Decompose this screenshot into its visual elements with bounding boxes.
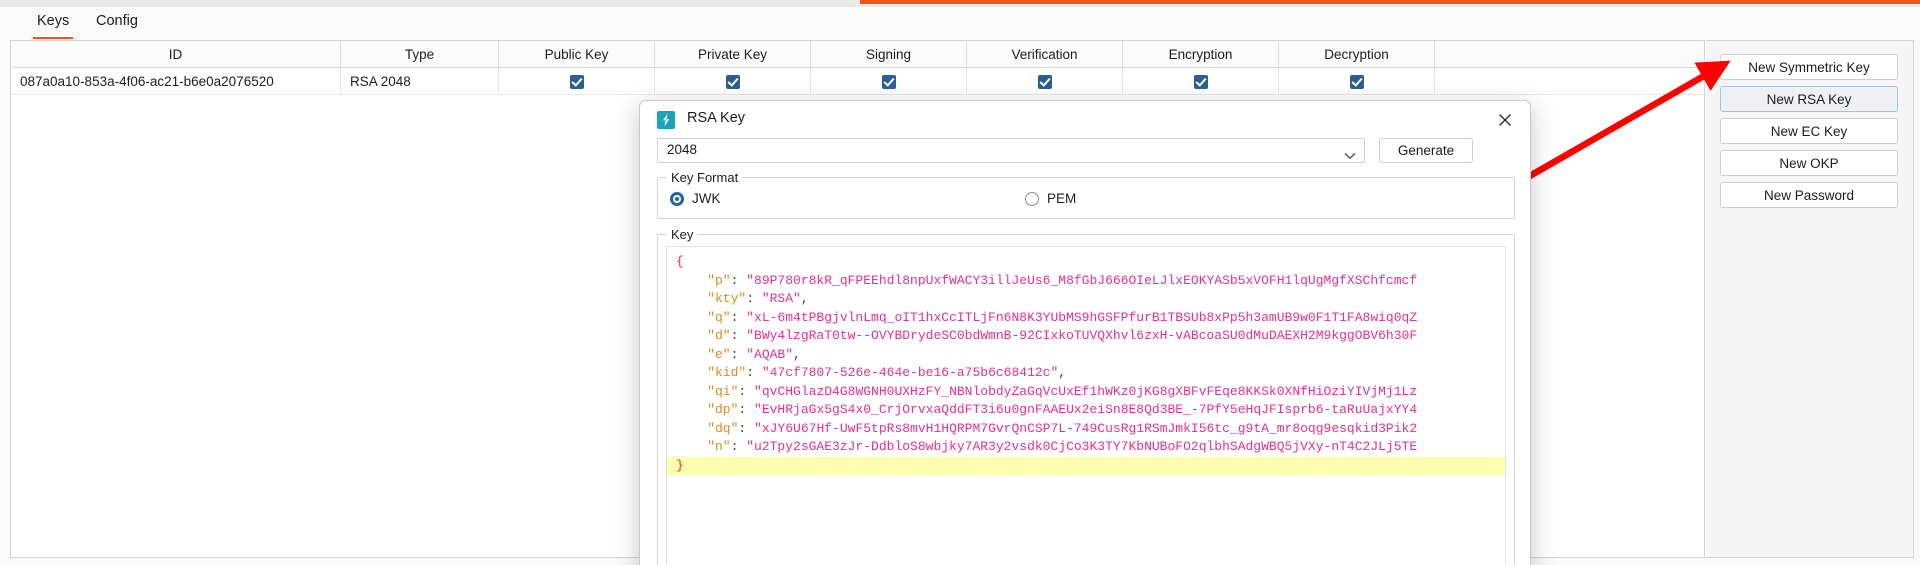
- column-header-verification[interactable]: Verification: [967, 41, 1123, 67]
- dialog-body: 2048 Generate Key Format JWK PEM Key {"…: [640, 138, 1530, 565]
- key-size-row: 2048 Generate: [657, 138, 1515, 163]
- tab-bar: Keys Config: [0, 7, 1920, 40]
- key-group: Key { "p": "89P780r8kR_qFPEEhdl8npUxfWAC…: [657, 227, 1515, 565]
- rsa-key-dialog: RSA Key 2048 Generate Key Format JWK PEM…: [639, 100, 1531, 565]
- row-separator: [11, 94, 1704, 95]
- new-password-button[interactable]: New Password: [1720, 182, 1898, 208]
- cell-encryption[interactable]: [1123, 68, 1279, 95]
- column-header-id[interactable]: ID: [11, 41, 341, 67]
- key-format-legend: Key Format: [667, 170, 743, 185]
- key-legend: Key: [667, 227, 698, 242]
- cell-signing[interactable]: [811, 68, 967, 95]
- code-line: "d": "BWy4lzgRaT0tw--OVYBDrydeSC0bdWmnB-…: [676, 328, 1418, 343]
- code-line: "dq": "xJY6U67Hf-UwF5tpRs8mvH1HQRPM7GvrQ…: [676, 420, 1418, 436]
- cell-private-key[interactable]: [655, 68, 811, 95]
- radio-pem-label: PEM: [1047, 191, 1077, 206]
- radio-jwk[interactable]: JWK: [670, 191, 721, 206]
- lightning-bolt-icon: [657, 111, 675, 129]
- checkbox-decryption-checked[interactable]: [1349, 74, 1364, 89]
- tab-config[interactable]: Config: [85, 11, 149, 38]
- accent-bar: [860, 0, 1920, 4]
- code-line: {: [676, 254, 684, 269]
- new-rsa-key-button[interactable]: New RSA Key: [1720, 86, 1898, 112]
- cell-verification[interactable]: [967, 68, 1123, 95]
- checkbox-private-key-checked[interactable]: [725, 74, 740, 89]
- radio-jwk-indicator[interactable]: [670, 191, 684, 206]
- dialog-title-bar: RSA Key: [640, 101, 1530, 138]
- table-row[interactable]: 087a0a10-853a-4f06-ac21-b6e0a2076520 RSA…: [11, 68, 1704, 95]
- code-line: "p": "89P780r8kR_qFPEEhdl8npUxfWACY3illJ…: [676, 272, 1418, 288]
- generate-button-label: Generate: [1397, 143, 1455, 158]
- new-symmetric-key-button[interactable]: New Symmetric Key: [1720, 54, 1898, 80]
- column-header-private-key[interactable]: Private Key: [655, 41, 811, 67]
- code-line: "q": "xL-6m4tPBgjvlnLmq_oIT1hxCcITLjFn6N…: [676, 309, 1418, 325]
- checkbox-verification-checked[interactable]: [1037, 74, 1052, 89]
- tab-keys[interactable]: Keys: [26, 11, 80, 39]
- column-header-signing[interactable]: Signing: [811, 41, 967, 67]
- new-password-label: New Password: [1763, 187, 1855, 203]
- tab-keys-label: Keys: [37, 13, 70, 29]
- column-header-public-key[interactable]: Public Key: [499, 41, 655, 67]
- key-json-editor[interactable]: { "p": "89P780r8kR_qFPEEhdl8npUxfWACY3il…: [666, 246, 1506, 565]
- cell-public-key[interactable]: [499, 68, 655, 95]
- radio-pem[interactable]: PEM: [1025, 191, 1076, 206]
- keys-table: ID Type Public Key Private Key Signing V…: [11, 41, 1704, 95]
- code-line: "kid": "47cf7807-526e-464e-be16-a75b6c68…: [676, 365, 1067, 380]
- new-symmetric-key-label: New Symmetric Key: [1748, 59, 1870, 75]
- code-line: "dp": "EvHRjaGx5gS4x0_CrjOrvxaQddFT3i6u0…: [676, 402, 1418, 417]
- key-size-value: 2048: [667, 142, 698, 157]
- new-okp-label: New OKP: [1779, 155, 1839, 171]
- checkbox-signing-checked[interactable]: [881, 74, 896, 89]
- window-top-strip: [0, 0, 1920, 7]
- new-rsa-key-label: New RSA Key: [1766, 91, 1852, 107]
- dialog-title: RSA Key: [687, 110, 746, 126]
- code-line: "qi": "qvCHGlazD4G8WGNH0UXHzFY_NBNlobdyZ…: [676, 383, 1418, 399]
- new-ec-key-label: New EC Key: [1770, 123, 1848, 139]
- code-line: "n": "u2Tpy2sGAE3zJr-DdbloS8wbjky7AR3y2v…: [676, 439, 1418, 454]
- cell-type: RSA 2048: [341, 68, 499, 95]
- key-json-code: { "p": "89P780r8kR_qFPEEhdl8npUxfWACY3il…: [667, 253, 1505, 475]
- new-ec-key-button[interactable]: New EC Key: [1720, 118, 1898, 144]
- checkbox-encryption-checked[interactable]: [1193, 74, 1208, 89]
- new-okp-button[interactable]: New OKP: [1720, 150, 1898, 176]
- generate-button[interactable]: Generate: [1379, 138, 1473, 163]
- cell-id: 087a0a10-853a-4f06-ac21-b6e0a2076520: [11, 68, 341, 95]
- radio-jwk-label: JWK: [692, 191, 721, 206]
- checkbox-public-key-checked[interactable]: [569, 74, 584, 89]
- column-header-decryption[interactable]: Decryption: [1279, 41, 1435, 67]
- code-line: }: [667, 456, 1505, 475]
- tab-config-label: Config: [96, 13, 138, 29]
- cell-decryption[interactable]: [1279, 68, 1435, 95]
- key-size-select[interactable]: 2048: [657, 138, 1365, 163]
- app-window: Keys Config ID Type Public Key Private K…: [0, 0, 1920, 565]
- close-icon[interactable]: [1492, 108, 1518, 132]
- table-header-row: ID Type Public Key Private Key Signing V…: [11, 41, 1704, 68]
- column-header-type[interactable]: Type: [341, 41, 499, 67]
- radio-pem-indicator[interactable]: [1025, 191, 1039, 206]
- chevron-down-icon: [1344, 147, 1356, 165]
- code-line: "e": "AQAB",: [676, 346, 801, 362]
- column-header-encryption[interactable]: Encryption: [1123, 41, 1279, 67]
- code-line: "kty": "RSA",: [676, 291, 809, 306]
- actions-side-panel: New Symmetric Key New RSA Key New EC Key…: [1706, 40, 1914, 558]
- key-format-group: Key Format JWK PEM: [657, 170, 1515, 219]
